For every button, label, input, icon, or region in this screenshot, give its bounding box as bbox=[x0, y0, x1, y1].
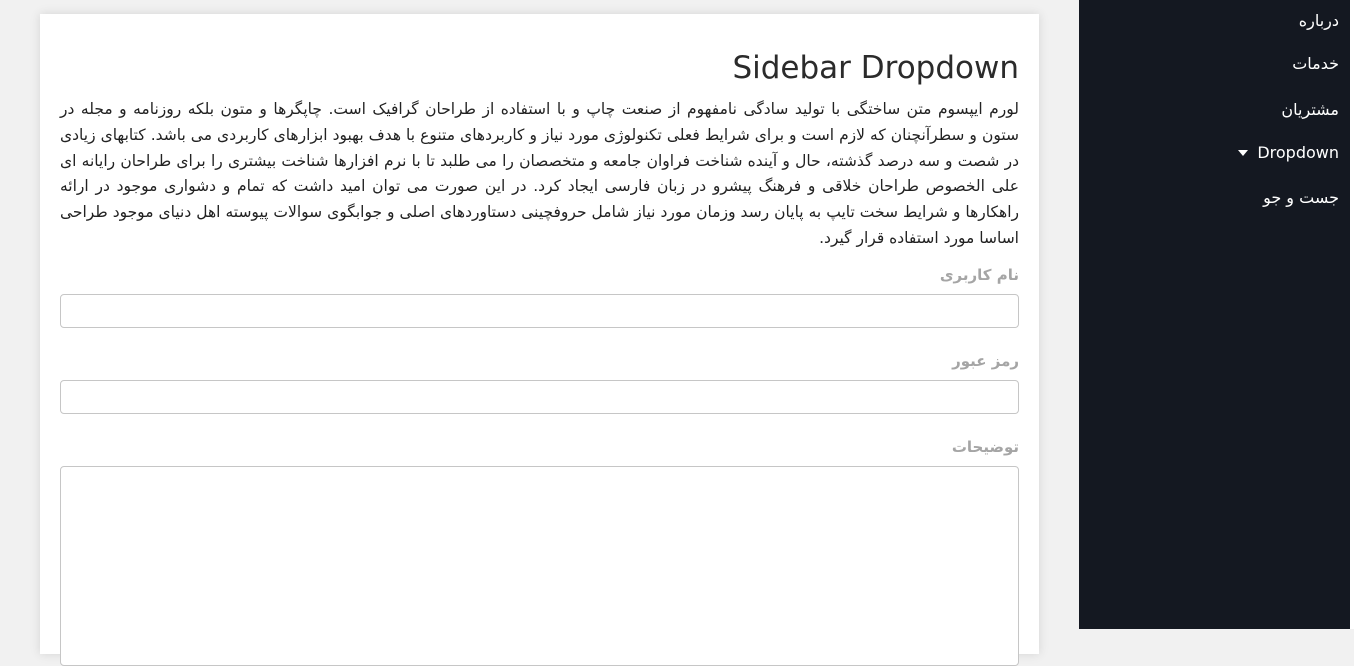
sidebar-item-services[interactable]: خدمات bbox=[1292, 52, 1339, 76]
sidebar-item-dropdown[interactable]: Dropdown bbox=[1238, 141, 1339, 165]
sidebar-item-search[interactable]: جست و جو bbox=[1263, 186, 1339, 210]
sidebar: درباره خدمات مشتریان Dropdown جست و جو bbox=[1079, 0, 1350, 629]
password-input[interactable] bbox=[60, 379, 1019, 414]
description-textarea[interactable] bbox=[60, 465, 1019, 666]
main-content-card: Sidebar Dropdown لورم ایپسوم متن ساختگی … bbox=[40, 14, 1039, 666]
page-scrollbar[interactable] bbox=[1350, 0, 1354, 629]
intro-paragraph: لورم ایپسوم متن ساختگی با تولید سادگی نا… bbox=[60, 100, 1019, 247]
page-title: Sidebar Dropdown bbox=[732, 50, 1019, 86]
password-label: رمز عبور bbox=[952, 351, 1019, 370]
sidebar-item-about[interactable]: درباره bbox=[1299, 9, 1339, 33]
username-label: نام کاربری bbox=[939, 265, 1019, 284]
description-label: توضیحات bbox=[951, 437, 1019, 456]
sidebar-item-dropdown-label: Dropdown bbox=[1257, 143, 1339, 162]
title-row: Sidebar Dropdown bbox=[60, 14, 1019, 94]
caret-down-icon bbox=[1238, 150, 1249, 156]
sidebar-item-customers[interactable]: مشتریان bbox=[1281, 98, 1339, 122]
username-input[interactable] bbox=[60, 293, 1019, 328]
